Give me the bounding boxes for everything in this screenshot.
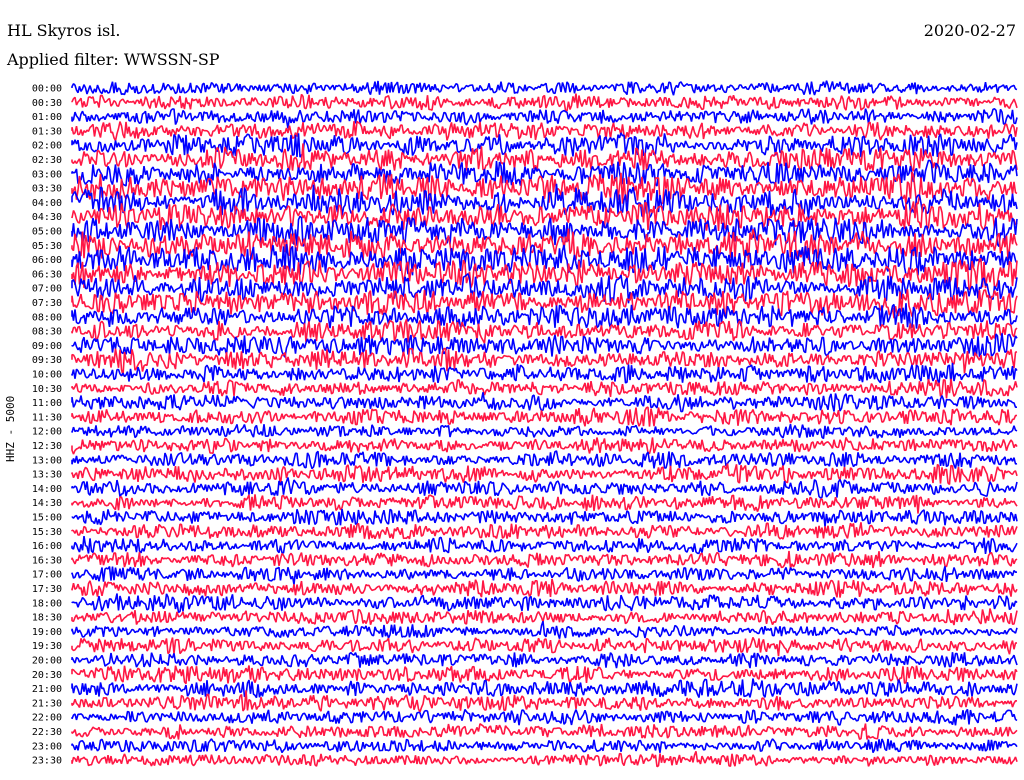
seismic-trace (71, 120, 1018, 142)
time-tick-label: 02:00 (32, 141, 62, 152)
time-tick-label: 09:00 (32, 341, 62, 352)
time-tick-label: 10:00 (32, 370, 62, 381)
seismic-trace (71, 550, 1018, 569)
time-tick-label: 00:00 (32, 84, 62, 95)
time-tick-label: 05:30 (32, 241, 62, 252)
time-tick-label: 17:30 (32, 584, 62, 595)
seismic-trace (71, 392, 1017, 413)
time-tick-label: 21:30 (32, 698, 62, 709)
time-tick-label: 09:30 (32, 355, 62, 366)
time-tick-label: 22:30 (32, 727, 62, 738)
time-tick-label: 04:00 (32, 198, 62, 209)
time-tick-label: 04:30 (32, 212, 62, 223)
seismic-trace (71, 608, 1018, 626)
time-tick-label: 03:30 (32, 184, 62, 195)
seismic-trace (71, 665, 1018, 685)
time-tick-label: 08:30 (32, 327, 62, 338)
seismic-trace (71, 93, 1018, 112)
seismic-trace (71, 406, 1018, 427)
time-tick-label: 08:00 (32, 312, 62, 323)
time-tick-label: 21:00 (32, 684, 62, 695)
time-tick-label: 14:00 (32, 484, 62, 495)
time-tick-label: 01:00 (32, 112, 62, 123)
seismic-trace (71, 508, 1018, 527)
seismic-trace (71, 637, 1018, 657)
time-tick-label: 18:30 (32, 613, 62, 624)
time-tick-label: 06:30 (32, 269, 62, 280)
time-tick-label: 18:00 (32, 598, 62, 609)
time-tick-label: 06:00 (32, 255, 62, 266)
seismic-trace (71, 620, 1018, 639)
time-tick-label: 03:00 (32, 169, 62, 180)
seismic-trace (71, 738, 1018, 754)
time-tick-label: 23:30 (32, 756, 62, 767)
time-tick-label: 15:00 (32, 513, 62, 524)
seismic-trace (71, 522, 1018, 540)
seismic-trace (71, 593, 1018, 614)
time-tick-label: 14:30 (32, 498, 62, 509)
seismic-trace (71, 494, 1018, 514)
seismic-trace (71, 578, 1018, 598)
time-tick-label: 01:30 (32, 126, 62, 137)
time-tick-label: 07:30 (32, 298, 62, 309)
seismic-trace (71, 159, 1018, 187)
time-tick-label: 20:00 (32, 656, 62, 667)
seismic-trace (71, 423, 1018, 440)
time-tick-label: 11:30 (32, 412, 62, 423)
seismic-trace (71, 708, 1018, 726)
time-tick-label: 13:30 (32, 470, 62, 481)
time-tick-label: 16:30 (32, 555, 62, 566)
seismic-trace (71, 463, 1018, 485)
seismic-trace (71, 108, 1018, 129)
time-tick-label: 15:30 (32, 527, 62, 538)
seismic-trace (71, 652, 1018, 669)
time-tick-label: 16:00 (32, 541, 62, 552)
time-tick-label: 07:00 (32, 284, 62, 295)
time-tick-label: 02:30 (32, 155, 62, 166)
helicorder-chart: 00:00 00:30 01:00 01:30 02:00 02:30 03:00 03:30… (32, 80, 1018, 768)
seismic-trace (71, 477, 1018, 499)
time-tick-label: 17:00 (32, 570, 62, 581)
time-tick-label: 20:30 (32, 670, 62, 681)
seismic-trace (71, 437, 1018, 455)
seismic-trace (71, 535, 1018, 555)
seismic-trace (71, 566, 1018, 585)
time-tick-label: 11:00 (32, 398, 62, 409)
time-tick-label: 10:30 (32, 384, 62, 395)
time-tick-label: 00:30 (32, 98, 62, 109)
time-tick-label: 22:00 (32, 713, 62, 724)
time-tick-labels: 00:00 00:30 01:00 01:30 02:00 02:30 03:00 03:30… (32, 84, 62, 767)
seismic-trace (71, 723, 1018, 740)
time-tick-label: 19:30 (32, 641, 62, 652)
seismic-trace (71, 450, 1018, 470)
time-tick-label: 19:00 (32, 627, 62, 638)
time-tick-label: 13:00 (32, 455, 62, 466)
time-tick-label: 23:00 (32, 741, 62, 752)
seismic-trace (71, 678, 1018, 699)
trace-layer (71, 80, 1018, 768)
time-tick-label: 05:00 (32, 227, 62, 238)
seismic-trace (71, 751, 1018, 768)
time-tick-label: 12:30 (32, 441, 62, 452)
seismic-trace (71, 80, 1018, 96)
time-tick-label: 12:00 (32, 427, 62, 438)
